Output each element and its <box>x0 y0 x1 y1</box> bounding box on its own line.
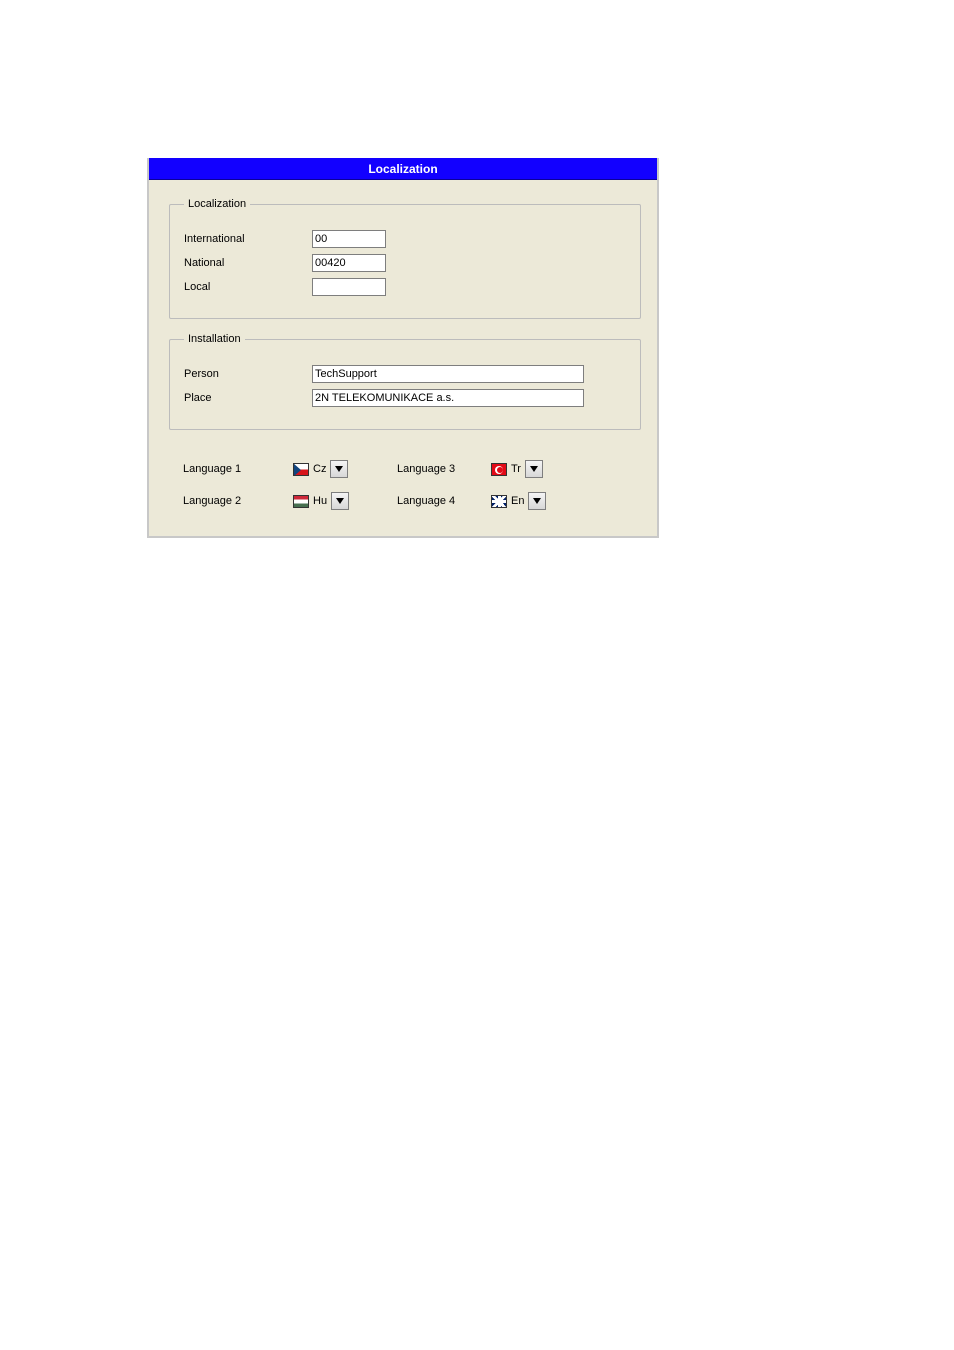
dropdown-language-2[interactable] <box>331 492 349 510</box>
input-national[interactable] <box>312 254 386 272</box>
flag-tr-icon <box>491 463 507 476</box>
dropdown-language-3[interactable] <box>525 460 543 478</box>
select-language-1[interactable]: Cz <box>293 460 397 478</box>
label-place: Place <box>184 392 312 404</box>
code-language-2: Hu <box>313 495 327 507</box>
input-international[interactable] <box>312 230 386 248</box>
input-local[interactable] <box>312 278 386 296</box>
label-local: Local <box>184 281 312 293</box>
label-language-3: Language 3 <box>397 463 491 475</box>
row-national: National <box>184 254 626 272</box>
window-titlebar: Localization <box>149 158 657 180</box>
flag-hu-icon <box>293 495 309 508</box>
localization-window: Localization Localization International … <box>147 158 659 538</box>
flag-en-icon <box>491 495 507 508</box>
code-language-3: Tr <box>511 463 521 475</box>
row-person: Person <box>184 365 626 383</box>
label-international: International <box>184 233 312 245</box>
label-language-2: Language 2 <box>183 495 293 507</box>
label-person: Person <box>184 368 312 380</box>
installation-group: Installation Person Place <box>169 333 641 430</box>
row-international: International <box>184 230 626 248</box>
languages-group: Language 1 Cz Language 3 Tr Language 2 H… <box>169 444 641 516</box>
row-place: Place <box>184 389 626 407</box>
input-person[interactable] <box>312 365 584 383</box>
localization-legend: Localization <box>184 198 250 210</box>
label-language-4: Language 4 <box>397 495 491 507</box>
window-client: Localization International National Loca… <box>149 180 657 536</box>
label-language-1: Language 1 <box>183 463 293 475</box>
dropdown-language-4[interactable] <box>528 492 546 510</box>
chevron-down-icon <box>335 466 343 472</box>
chevron-down-icon <box>533 498 541 504</box>
dropdown-language-1[interactable] <box>330 460 348 478</box>
code-language-4: En <box>511 495 524 507</box>
installation-legend: Installation <box>184 333 245 345</box>
input-place[interactable] <box>312 389 584 407</box>
localization-group: Localization International National Loca… <box>169 198 641 319</box>
select-language-4[interactable]: En <box>491 492 595 510</box>
label-national: National <box>184 257 312 269</box>
flag-cz-icon <box>293 463 309 476</box>
code-language-1: Cz <box>313 463 326 475</box>
chevron-down-icon <box>336 498 344 504</box>
row-local: Local <box>184 278 626 296</box>
chevron-down-icon <box>530 466 538 472</box>
select-language-2[interactable]: Hu <box>293 492 397 510</box>
select-language-3[interactable]: Tr <box>491 460 595 478</box>
